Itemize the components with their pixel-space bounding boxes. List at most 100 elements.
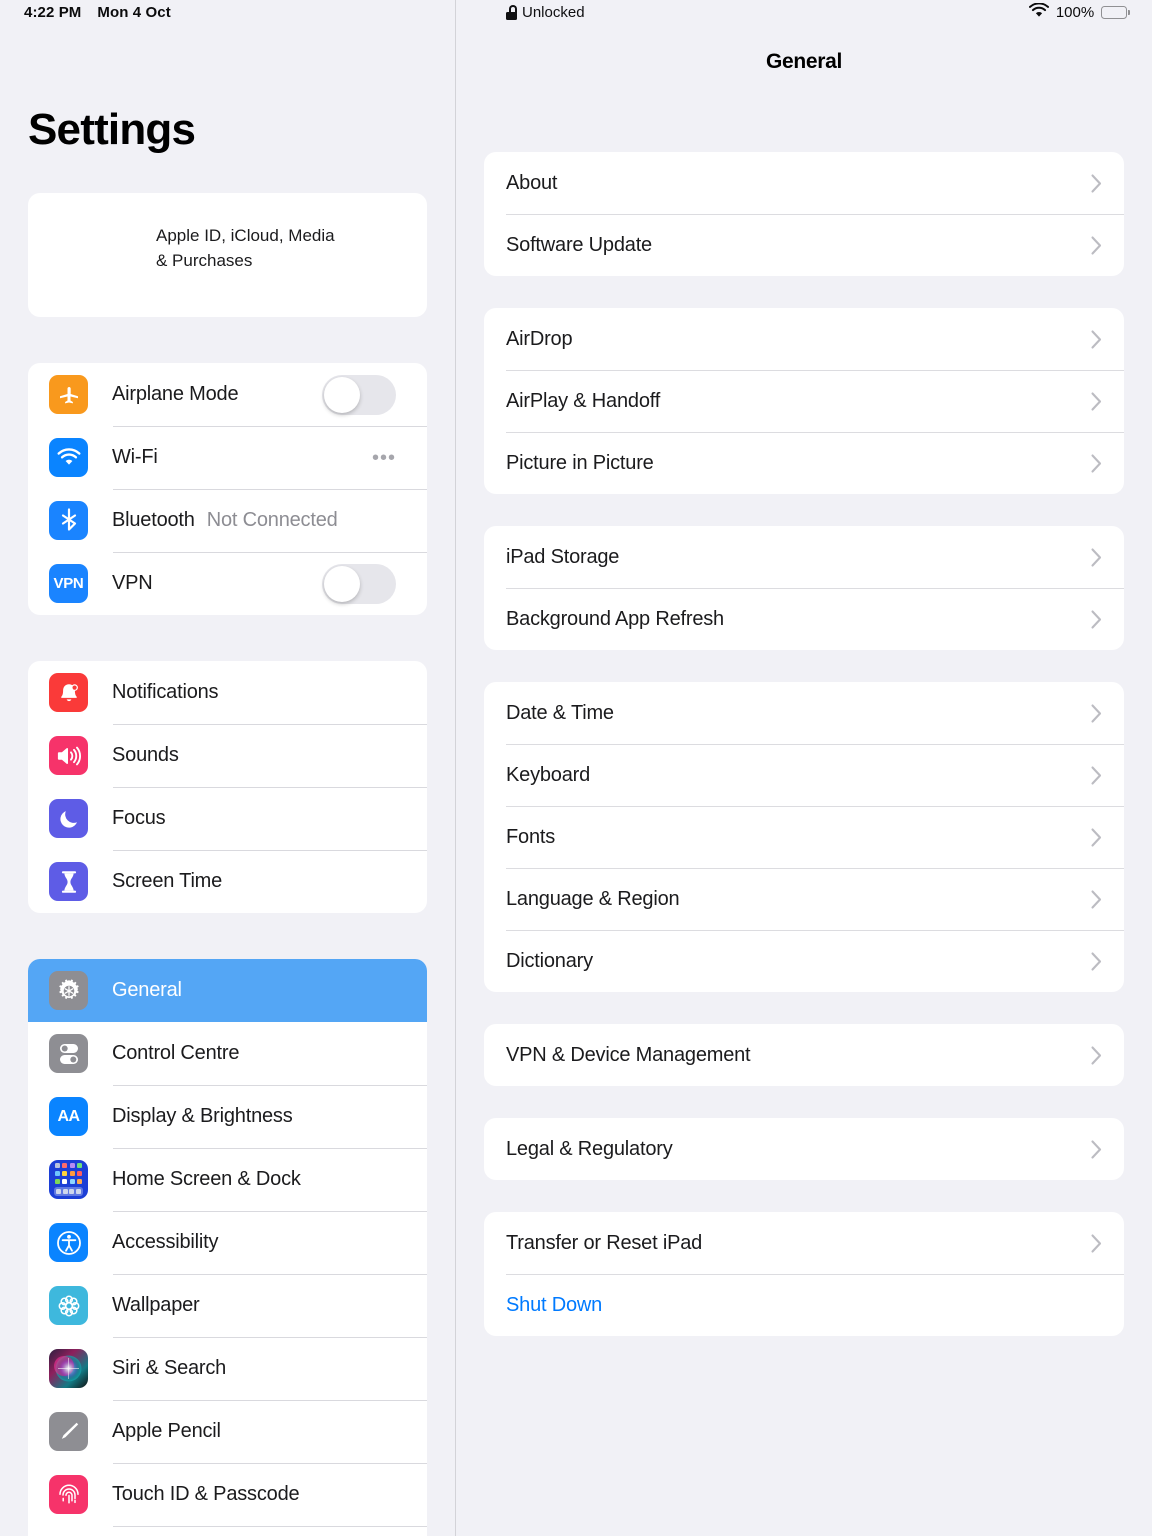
sidebar-item-home-screen-dock[interactable]: Home Screen & Dock <box>28 1148 427 1211</box>
detail-row-label: Legal & Regulatory <box>506 1137 673 1160</box>
detail-row-label: About <box>506 171 558 194</box>
chevron-right-icon <box>1091 765 1102 785</box>
sidebar-item-label: Display & Brightness <box>112 1105 293 1127</box>
chevron-right-icon <box>1091 827 1102 847</box>
sidebar-item-battery[interactable]: Battery <box>28 1526 427 1536</box>
sidebar-item-touch-id-passcode[interactable]: Touch ID & Passcode <box>28 1463 427 1526</box>
sidebar-item-wifi[interactable]: Wi-Fi ••• <box>28 426 427 489</box>
sidebar-group-system: General Control Centre AA Display & Brig… <box>28 959 427 1536</box>
settings-sidebar: Settings Apple ID, iCloud, Media & Purch… <box>0 0 456 1536</box>
sidebar-item-notifications[interactable]: Notifications <box>28 661 427 724</box>
detail-row-label: Fonts <box>506 825 556 848</box>
detail-row-label: Keyboard <box>506 763 591 786</box>
sidebar-item-label: Control Centre <box>112 1042 240 1064</box>
moon-icon <box>49 799 88 838</box>
pencil-icon <box>49 1412 88 1451</box>
sidebar-item-apple-pencil[interactable]: Apple Pencil <box>28 1400 427 1463</box>
detail-row-label: AirPlay & Handoff <box>506 389 661 412</box>
detail-row-software-update[interactable]: Software Update <box>484 214 1124 276</box>
detail-group-localization: Date & Time Keyboard Fonts Language & Re… <box>484 682 1124 992</box>
sidebar-item-label: Home Screen & Dock <box>112 1168 301 1190</box>
detail-row-about[interactable]: About <box>484 152 1124 214</box>
sidebar-item-label: Sounds <box>112 744 179 766</box>
vpn-toggle[interactable] <box>322 563 396 604</box>
sidebar-group-connectivity: Airplane Mode Wi-Fi ••• Bluetooth Not Co… <box>28 363 427 615</box>
status-bar-center: Unlocked <box>506 4 585 21</box>
chevron-right-icon <box>1091 1045 1102 1065</box>
open-lock-icon <box>506 5 517 20</box>
general-detail-pane: General About Software Update AirDrop Ai… <box>456 0 1152 1536</box>
detail-row-label: VPN & Device Management <box>506 1043 751 1066</box>
detail-row-label: Transfer or Reset iPad <box>506 1231 703 1254</box>
display-brightness-icon: AA <box>49 1097 88 1136</box>
page-title: Settings <box>28 105 196 154</box>
detail-row-label: Language & Region <box>506 887 680 910</box>
sidebar-item-focus[interactable]: Focus <box>28 787 427 850</box>
battery-percent: 100% <box>1055 4 1095 21</box>
general-settings-list: About Software Update AirDrop AirPlay & … <box>484 152 1124 1368</box>
sidebar-item-siri-search[interactable]: Siri & Search <box>28 1337 427 1400</box>
apple-id-line2: & Purchases <box>156 251 253 270</box>
apple-id-card[interactable]: Apple ID, iCloud, Media & Purchases <box>28 193 427 317</box>
detail-row-airplay-handoff[interactable]: AirPlay & Handoff <box>484 370 1124 432</box>
detail-row-picture-in-picture[interactable]: Picture in Picture <box>484 432 1124 494</box>
sidebar-item-display-brightness[interactable]: AA Display & Brightness <box>28 1085 427 1148</box>
detail-row-transfer-or-reset-ipad[interactable]: Transfer or Reset iPad <box>484 1212 1124 1274</box>
wifi-icon <box>1028 2 1049 22</box>
chevron-right-icon <box>1091 235 1102 255</box>
sidebar-item-label: VPN <box>112 572 153 594</box>
sidebar-item-label: Siri & Search <box>112 1357 227 1379</box>
bluetooth-icon <box>49 501 88 540</box>
status-lock-label: Unlocked <box>522 4 585 21</box>
sidebar-item-label: Screen Time <box>112 870 223 892</box>
sidebar-item-screen-time[interactable]: Screen Time <box>28 850 427 913</box>
chevron-right-icon <box>1091 1139 1102 1159</box>
wifi-value: ••• <box>371 446 396 469</box>
detail-row-language-region[interactable]: Language & Region <box>484 868 1124 930</box>
wallpaper-icon <box>49 1286 88 1325</box>
detail-row-background-app-refresh[interactable]: Background App Refresh <box>484 588 1124 650</box>
apple-id-label: Apple ID, iCloud, Media & Purchases <box>156 223 335 273</box>
apple-id-line1: Apple ID, iCloud, Media <box>156 226 335 245</box>
control-centre-icon <box>49 1034 88 1073</box>
sidebar-item-control-centre[interactable]: Control Centre <box>28 1022 427 1085</box>
status-bar: 4:22 PM Mon 4 Oct Unlocked 100% <box>0 0 1152 30</box>
sidebar-item-bluetooth[interactable]: Bluetooth Not Connected <box>28 489 427 552</box>
chevron-right-icon <box>1091 609 1102 629</box>
chevron-right-icon <box>1091 329 1102 349</box>
detail-row-fonts[interactable]: Fonts <box>484 806 1124 868</box>
sidebar-item-general[interactable]: General <box>28 959 427 1022</box>
sidebar-item-label: Apple Pencil <box>112 1420 221 1442</box>
detail-group-reset: Transfer or Reset iPad Shut Down <box>484 1212 1124 1336</box>
airplane-mode-toggle[interactable] <box>322 374 396 415</box>
sidebar-item-label: General <box>112 979 182 1001</box>
chevron-right-icon <box>1091 547 1102 567</box>
sidebar-item-wallpaper[interactable]: Wallpaper <box>28 1274 427 1337</box>
status-bar-left: 4:22 PM Mon 4 Oct <box>24 4 171 21</box>
detail-row-label: Software Update <box>506 233 652 256</box>
sidebar-item-label: Notifications <box>112 681 219 703</box>
detail-row-dictionary[interactable]: Dictionary <box>484 930 1124 992</box>
airplane-icon <box>49 375 88 414</box>
sidebar-item-sounds[interactable]: Sounds <box>28 724 427 787</box>
detail-row-airdrop[interactable]: AirDrop <box>484 308 1124 370</box>
sidebar-item-label: Touch ID & Passcode <box>112 1483 300 1505</box>
detail-row-ipad-storage[interactable]: iPad Storage <box>484 526 1124 588</box>
detail-row-date-time[interactable]: Date & Time <box>484 682 1124 744</box>
sidebar-item-vpn[interactable]: VPN VPN <box>28 552 427 615</box>
detail-row-keyboard[interactable]: Keyboard <box>484 744 1124 806</box>
detail-group-legal: Legal & Regulatory <box>484 1118 1124 1180</box>
detail-row-vpn-device-management[interactable]: VPN & Device Management <box>484 1024 1124 1086</box>
detail-group-storage: iPad Storage Background App Refresh <box>484 526 1124 650</box>
sidebar-item-airplane-mode[interactable]: Airplane Mode <box>28 363 427 426</box>
vpn-icon: VPN <box>49 564 88 603</box>
sidebar-item-accessibility[interactable]: Accessibility <box>28 1211 427 1274</box>
chevron-right-icon <box>1091 951 1102 971</box>
detail-row-legal-regulatory[interactable]: Legal & Regulatory <box>484 1118 1124 1180</box>
detail-row-shut-down[interactable]: Shut Down <box>484 1274 1124 1336</box>
detail-group-sharing: AirDrop AirPlay & Handoff Picture in Pic… <box>484 308 1124 494</box>
shut-down-label: Shut Down <box>506 1293 603 1316</box>
detail-row-label: Picture in Picture <box>506 451 654 474</box>
speaker-icon <box>49 736 88 775</box>
siri-icon <box>49 1349 88 1388</box>
